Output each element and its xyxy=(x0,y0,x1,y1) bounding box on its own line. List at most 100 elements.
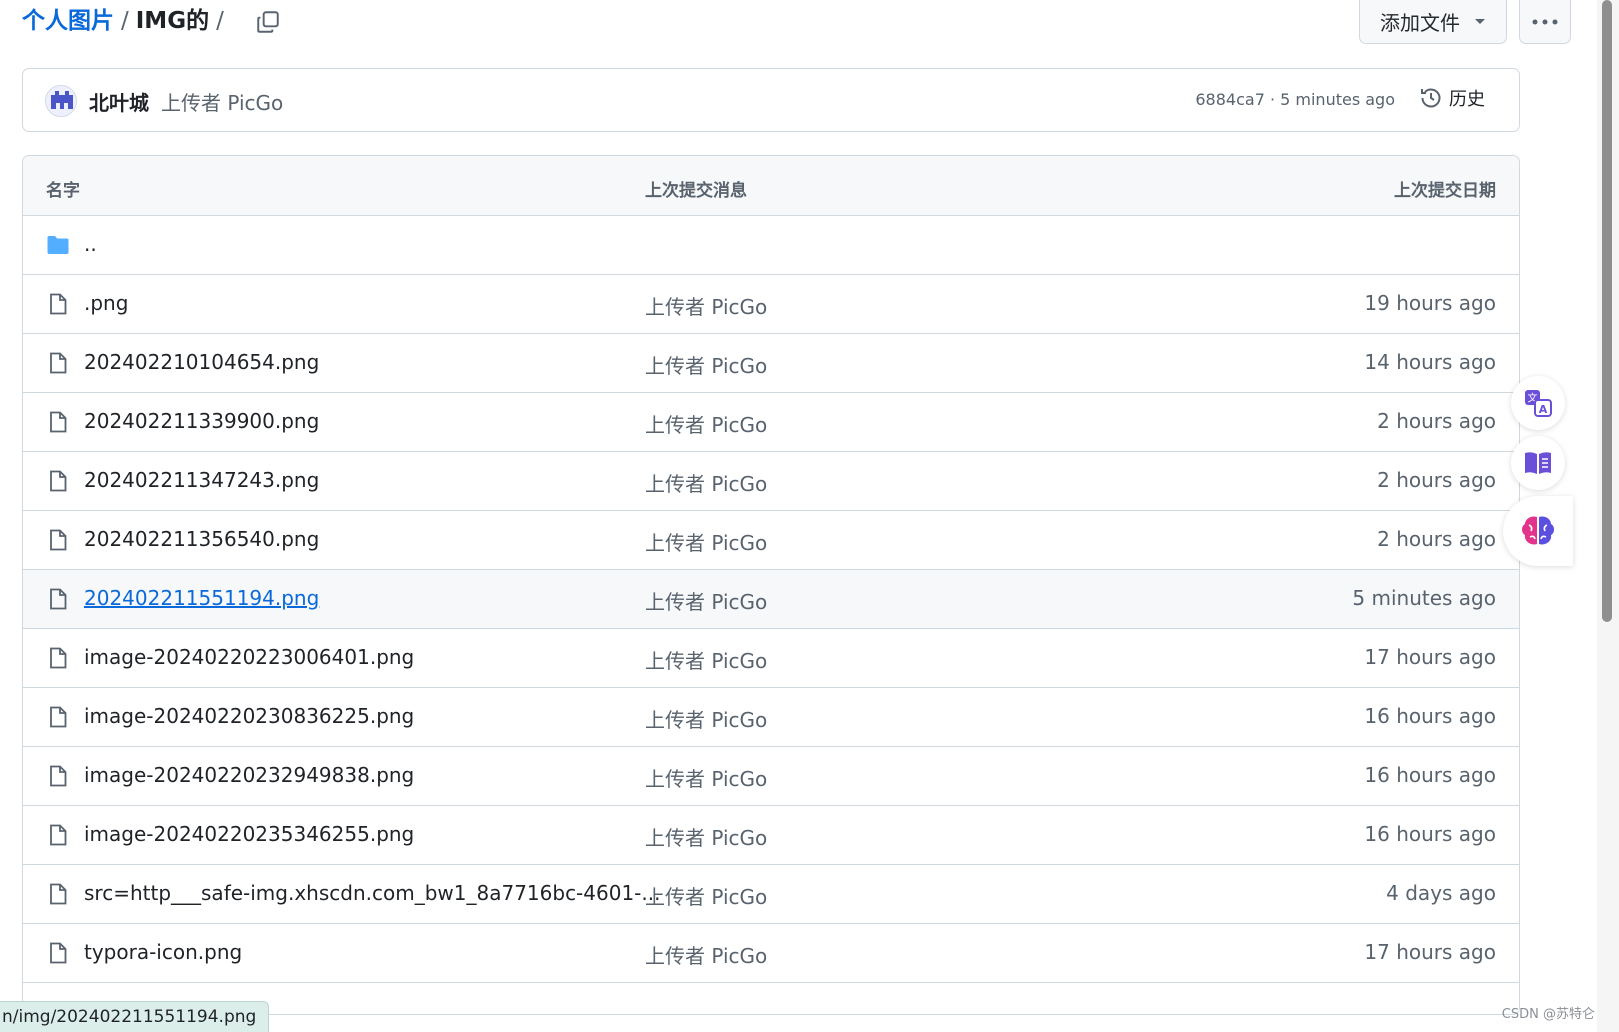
watermark: CSDN @苏特仑 xyxy=(1501,1007,1595,1022)
row-commit-date: 2 hours ago xyxy=(1377,468,1496,492)
row-commit-date: 4 days ago xyxy=(1386,881,1496,905)
file-icon xyxy=(50,883,67,905)
file-name-link[interactable]: image-20240220232949838.png xyxy=(84,763,414,787)
row-commit-date: 17 hours ago xyxy=(1364,645,1496,669)
parent-directory-link[interactable]: .. xyxy=(84,232,97,256)
latest-commit-box: 北叶城 上传者 PicGo 6884ca7 · 5 minutes ago 历史 xyxy=(22,68,1520,132)
row-commit-message[interactable]: 上传者 PicGo xyxy=(645,527,767,556)
row-commit-message[interactable]: 上传者 PicGo xyxy=(645,409,767,438)
table-row[interactable]: image-20240220230836225.png 上传者 PicGo 16… xyxy=(23,688,1519,747)
row-commit-message[interactable]: 上传者 PicGo xyxy=(645,468,767,497)
row-commit-message[interactable]: 上传者 PicGo xyxy=(645,645,767,674)
file-name-link[interactable]: image-20240220230836225.png xyxy=(84,704,414,728)
column-header-message: 上次提交消息 xyxy=(645,181,747,201)
column-header-date: 上次提交日期 xyxy=(1394,181,1496,201)
status-bar-url: n/img/202402211551194.png xyxy=(0,1001,270,1032)
file-table: 名字 上次提交消息 上次提交日期 .. .png 上传者 PicGo 19 ho… xyxy=(22,155,1520,1015)
brain-icon xyxy=(1522,516,1554,545)
table-row[interactable]: 202402211356540.png 上传者 PicGo 2 hours ag… xyxy=(23,511,1519,570)
file-name-link[interactable]: .png xyxy=(84,291,128,315)
row-commit-message[interactable]: 上传者 PicGo xyxy=(645,763,767,792)
folder-icon xyxy=(47,236,69,254)
commit-author[interactable]: 北叶城 xyxy=(89,87,149,116)
row-commit-date: 5 minutes ago xyxy=(1352,586,1496,610)
commit-meta[interactable]: 6884ca7 · 5 minutes ago xyxy=(1195,90,1395,109)
file-name-link[interactable]: image-20240220223006401.png xyxy=(84,645,414,669)
avatar-image xyxy=(46,86,76,116)
table-row[interactable]: image-20240220232949838.png 上传者 PicGo 16… xyxy=(23,747,1519,806)
table-row-hovered[interactable]: 202402211551194.png 上传者 PicGo 5 minutes … xyxy=(23,570,1519,629)
file-name-link[interactable]: image-20240220235346255.png xyxy=(84,822,414,846)
table-row[interactable]: 202402211347243.png 上传者 PicGo 2 hours ag… xyxy=(23,452,1519,511)
reader-extension-button[interactable] xyxy=(1511,436,1565,490)
row-commit-date: 19 hours ago xyxy=(1364,291,1496,315)
file-icon xyxy=(50,529,67,551)
row-commit-date: 16 hours ago xyxy=(1364,822,1496,846)
scrollbar-thumb[interactable] xyxy=(1602,0,1612,622)
svg-text:A: A xyxy=(1539,403,1548,416)
column-header-name: 名字 xyxy=(46,181,80,201)
copy-path-button[interactable] xyxy=(250,4,286,40)
file-name-link[interactable]: 202402210104654.png xyxy=(84,350,319,374)
row-commit-message[interactable]: 上传者 PicGo xyxy=(645,350,767,379)
row-commit-message[interactable]: 上传者 PicGo xyxy=(645,704,767,733)
copy-icon xyxy=(257,11,279,33)
history-button[interactable]: 历史 xyxy=(1419,85,1485,111)
file-name-link[interactable]: src=http___safe-img.xhscdn.com_bw1_8a771… xyxy=(84,881,660,905)
breadcrumb-separator: / xyxy=(216,8,224,34)
row-commit-message[interactable]: 上传者 PicGo xyxy=(645,586,767,615)
file-icon xyxy=(50,293,67,315)
table-row[interactable]: image-20240220223006401.png 上传者 PicGo 17… xyxy=(23,629,1519,688)
table-header: 名字 上次提交消息 上次提交日期 xyxy=(23,156,1519,216)
translate-extension-button[interactable]: 文 A xyxy=(1511,376,1565,430)
file-name-link[interactable]: 202402211339900.png xyxy=(84,409,319,433)
commit-message[interactable]: 上传者 PicGo xyxy=(161,87,283,116)
breadcrumb-separator: / xyxy=(121,8,129,34)
book-icon xyxy=(1525,452,1551,474)
file-name-link[interactable]: 202402211356540.png xyxy=(84,527,319,551)
add-file-label: 添加文件 xyxy=(1380,11,1460,35)
breadcrumb-root-link[interactable]: 个人图片 xyxy=(22,6,114,36)
add-file-button[interactable]: 添加文件 xyxy=(1359,0,1507,44)
file-icon xyxy=(50,824,67,846)
table-row[interactable]: src=http___safe-img.xhscdn.com_bw1_8a771… xyxy=(23,865,1519,924)
table-row[interactable]: 202402211339900.png 上传者 PicGo 2 hours ag… xyxy=(23,393,1519,452)
table-row[interactable]: 202402210104654.png 上传者 PicGo 14 hours a… xyxy=(23,334,1519,393)
breadcrumb: 个人图片 / IMG的 / xyxy=(22,6,231,36)
ai-assistant-extension-button[interactable] xyxy=(1503,496,1573,566)
file-icon xyxy=(50,942,67,964)
row-commit-message[interactable]: 上传者 PicGo xyxy=(645,940,767,969)
parent-directory-row[interactable]: .. xyxy=(23,216,1519,275)
table-row[interactable]: .png 上传者 PicGo 19 hours ago xyxy=(23,275,1519,334)
more-options-button[interactable] xyxy=(1519,0,1571,44)
table-row[interactable]: image-20240220235346255.png 上传者 PicGo 16… xyxy=(23,806,1519,865)
file-icon xyxy=(50,706,67,728)
file-icon xyxy=(50,352,67,374)
repo-file-browser: 个人图片 / IMG的 / 添加文件 北叶城 上传者 PicGo 6884ca7… xyxy=(0,0,1619,1032)
row-commit-message[interactable]: 上传者 PicGo xyxy=(645,822,767,851)
file-icon xyxy=(50,588,67,610)
history-label: 历史 xyxy=(1449,89,1485,110)
row-commit-date: 17 hours ago xyxy=(1364,940,1496,964)
translate-icon: 文 A xyxy=(1525,390,1552,417)
file-name-link[interactable]: typora-icon.png xyxy=(84,940,242,964)
file-name-link[interactable]: 202402211551194.png xyxy=(84,586,319,610)
row-commit-message[interactable]: 上传者 PicGo xyxy=(645,881,767,910)
breadcrumb-current: IMG的 xyxy=(135,8,210,34)
file-name-link[interactable]: 202402211347243.png xyxy=(84,468,319,492)
row-commit-date: 14 hours ago xyxy=(1364,350,1496,374)
caret-down-icon xyxy=(1475,18,1485,24)
row-commit-date: 2 hours ago xyxy=(1377,527,1496,551)
file-icon xyxy=(50,470,67,492)
row-commit-date: 2 hours ago xyxy=(1377,409,1496,433)
avatar[interactable] xyxy=(45,85,77,117)
file-icon xyxy=(50,647,67,669)
table-row[interactable]: typora-icon.png 上传者 PicGo 17 hours ago xyxy=(23,924,1519,983)
kebab-horizontal-icon xyxy=(1532,19,1558,24)
file-icon xyxy=(50,411,67,433)
top-bar: 个人图片 / IMG的 / 添加文件 xyxy=(22,0,1571,48)
row-commit-message[interactable]: 上传者 PicGo xyxy=(645,291,767,320)
row-commit-date: 16 hours ago xyxy=(1364,704,1496,728)
row-commit-date: 16 hours ago xyxy=(1364,763,1496,787)
vertical-scrollbar[interactable] xyxy=(1597,0,1619,1032)
